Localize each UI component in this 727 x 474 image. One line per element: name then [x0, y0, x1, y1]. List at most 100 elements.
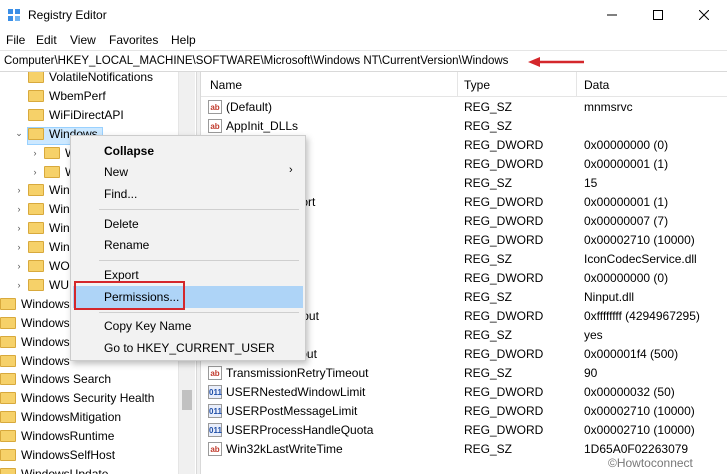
- tree-item[interactable]: Windows: [0, 352, 70, 370]
- value-type: REG_DWORD: [464, 404, 544, 418]
- menu-help[interactable]: Help: [171, 33, 196, 47]
- value-name: TransmissionRetryTimeout: [226, 366, 369, 380]
- tree-item-label: WindowsUpdate: [21, 466, 109, 474]
- tree-item[interactable]: › WO: [14, 257, 70, 275]
- tree-item-label: WbemPerf: [49, 88, 106, 103]
- tree-item-label: VolatileNotifications: [49, 72, 154, 84]
- column-type-header[interactable]: Type: [464, 78, 490, 92]
- value-row[interactable]: ab TransmissionRetryTimeout REG_SZ 90: [201, 364, 727, 383]
- chevron-right-icon[interactable]: ›: [14, 185, 24, 195]
- tree-scrollbar-thumb[interactable]: [182, 390, 192, 410]
- chevron-down-icon[interactable]: ⌄: [14, 128, 24, 139]
- value-row[interactable]: ab AppInit_DLLs REG_SZ: [201, 117, 727, 136]
- tree-item[interactable]: WindowsSelfHost: [0, 446, 115, 464]
- tree-item[interactable]: WiFiDirectAPI: [14, 106, 124, 124]
- value-data: 0x00002710 (10000): [584, 423, 695, 437]
- ctx-collapse[interactable]: Collapse: [73, 140, 303, 162]
- value-name: (Default): [226, 100, 273, 114]
- ctx-new[interactable]: New ›: [73, 161, 303, 183]
- tree-item[interactable]: Windows Search: [0, 370, 111, 388]
- ctx-goto-hkcu[interactable]: Go to HKEY_CURRENT_USER: [73, 337, 303, 359]
- folder-icon: [28, 108, 44, 121]
- tree-item-label: Win: [49, 221, 70, 236]
- menu-favorites[interactable]: Favorites: [109, 33, 158, 47]
- tree-item[interactable]: › WU: [14, 276, 70, 294]
- tree-item[interactable]: › Win: [14, 219, 70, 237]
- value-name: USERProcessHandleQuota: [226, 423, 374, 437]
- tree-item[interactable]: Windows: [0, 314, 70, 332]
- folder-icon: [28, 278, 44, 291]
- folder-icon: [28, 89, 44, 102]
- chevron-right-icon[interactable]: ›: [14, 280, 24, 290]
- value-data: 0x00000000 (0): [584, 138, 669, 152]
- tree-item[interactable]: Windows Security Health: [0, 389, 154, 407]
- dword-value-icon: 011: [208, 404, 222, 418]
- value-row[interactable]: ab (Default) REG_SZ mnmsrvc: [201, 98, 727, 117]
- tree-item[interactable]: WindowsRuntime: [0, 427, 114, 445]
- column-divider[interactable]: [576, 72, 577, 97]
- value-data: 0x00002710 (10000): [584, 404, 695, 418]
- folder-icon: [28, 127, 44, 140]
- chevron-right-icon[interactable]: ›: [14, 223, 24, 233]
- chevron-right-icon[interactable]: ›: [14, 261, 24, 271]
- tree-item[interactable]: Windows: [0, 333, 70, 351]
- address-bar[interactable]: Computer\HKEY_LOCAL_MACHINE\SOFTWARE\Mic…: [0, 50, 727, 72]
- maximize-button[interactable]: [635, 0, 681, 30]
- menu-edit[interactable]: Edit: [36, 33, 57, 47]
- value-type: REG_SZ: [464, 100, 513, 114]
- address-path[interactable]: Computer\HKEY_LOCAL_MACHINE\SOFTWARE\Mic…: [4, 55, 508, 67]
- column-divider[interactable]: [457, 72, 458, 97]
- tree-item[interactable]: › Win: [14, 200, 70, 218]
- tree-item[interactable]: WindowsMitigation: [0, 408, 121, 426]
- tree-item[interactable]: WbemPerf: [14, 87, 106, 105]
- tree-item[interactable]: WindowsUpdate: [0, 465, 108, 474]
- value-data: 1D65A0F02263079: [584, 442, 689, 456]
- folder-icon: [44, 165, 60, 178]
- chevron-right-icon[interactable]: ›: [14, 242, 24, 252]
- tree-item[interactable]: › Win: [14, 238, 70, 256]
- value-name: Win32kLastWriteTime: [226, 442, 343, 456]
- minimize-button[interactable]: [589, 0, 635, 30]
- value-row[interactable]: 011 USERPostMessageLimit REG_DWORD 0x000027…: [201, 402, 727, 421]
- value-data: 0x00000001 (1): [584, 195, 669, 209]
- ctx-rename[interactable]: Rename: [73, 234, 303, 256]
- context-menu: Collapse New › Find... Delete Rename Exp…: [70, 135, 306, 361]
- value-name: USERNestedWindowLimit: [226, 385, 366, 399]
- column-data-header[interactable]: Data: [584, 78, 609, 92]
- menu-separator: [99, 312, 299, 313]
- close-button[interactable]: [681, 0, 727, 30]
- value-data: 90: [584, 366, 598, 380]
- menu-file[interactable]: File: [6, 33, 25, 47]
- ctx-export-label: Export: [104, 268, 139, 282]
- tree-item[interactable]: Windows: [0, 295, 70, 313]
- value-type: REG_DWORD: [464, 214, 544, 228]
- tree-item-label: Windows: [21, 353, 70, 368]
- minimize-icon: [607, 14, 617, 16]
- watermark: ©Howtoconnect: [608, 456, 693, 470]
- string-value-icon: ab: [208, 366, 222, 380]
- tree-item-label: Windows: [21, 334, 70, 349]
- value-row[interactable]: 011 USERProcessHandleQuota REG_DWORD 0x0000…: [201, 421, 727, 440]
- folder-icon: [0, 297, 16, 310]
- tree-item[interactable]: VolatileNotifications: [14, 72, 153, 86]
- folder-icon: [0, 316, 16, 329]
- menu-view[interactable]: View: [70, 33, 96, 47]
- chevron-right-icon[interactable]: ›: [14, 204, 24, 214]
- ctx-delete-label: Delete: [104, 217, 139, 231]
- tree-item-label: WU: [49, 277, 69, 292]
- tree-item-label: Windows: [21, 296, 70, 311]
- value-row[interactable]: 011 USERNestedWindowLimit REG_DWORD 0x00000…: [201, 383, 727, 402]
- ctx-find[interactable]: Find...: [73, 183, 303, 205]
- ctx-collapse-label: Collapse: [104, 144, 155, 158]
- chevron-right-icon[interactable]: ›: [30, 167, 40, 177]
- string-value-icon: ab: [208, 100, 222, 114]
- tree-item[interactable]: › Win: [14, 181, 70, 199]
- ctx-delete[interactable]: Delete: [73, 213, 303, 235]
- column-name-header[interactable]: Name: [210, 78, 242, 92]
- ctx-copy-key-name[interactable]: Copy Key Name: [73, 315, 303, 337]
- folder-icon: [0, 373, 16, 386]
- chevron-right-icon[interactable]: ›: [30, 148, 40, 158]
- value-type: REG_SZ: [464, 328, 513, 342]
- ctx-rename-label: Rename: [104, 238, 150, 252]
- tree-item-label: WO: [49, 259, 70, 273]
